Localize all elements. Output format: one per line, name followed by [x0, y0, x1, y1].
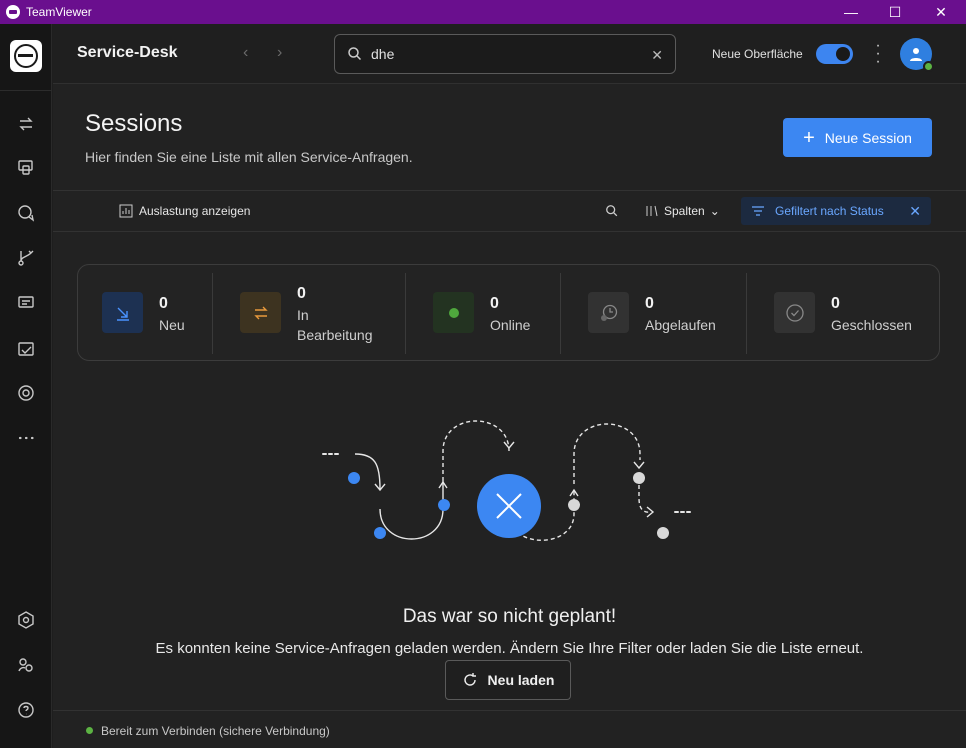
maximize-button[interactable]: ☐ — [872, 0, 918, 24]
expired-clock-icon — [588, 292, 629, 333]
stat-in-progress[interactable]: 0 In Bearbeitung — [240, 265, 400, 362]
stat-label: Abgelaufen — [645, 317, 716, 333]
stat-label: Geschlossen — [831, 317, 912, 333]
stat-label: In Bearbeitung — [297, 307, 373, 343]
forward-arrow-icon[interactable]: › — [277, 44, 282, 62]
show-utilization-label: Auslastung anzeigen — [139, 204, 251, 218]
teamviewer-logo-icon — [6, 5, 20, 19]
broken-flow-illustration — [322, 420, 691, 541]
new-session-label: Neue Session — [824, 129, 912, 146]
stat-closed[interactable]: 0 Geschlossen — [774, 265, 924, 362]
remove-filter-icon[interactable]: ✕ — [909, 203, 921, 220]
reload-label: Neu laden — [487, 672, 555, 688]
page-subtitle: Hier finden Sie eine Liste mit allen Ser… — [85, 149, 413, 165]
stat-count: 0 — [831, 295, 840, 312]
chart-icon — [119, 204, 133, 218]
check-circle-icon — [774, 292, 815, 333]
help-icon[interactable] — [12, 696, 40, 724]
online-dot-icon — [433, 292, 474, 333]
stat-divider — [746, 273, 747, 354]
columns-dropdown[interactable]: Spalten ⌄ — [645, 204, 720, 218]
stat-count: 0 — [297, 285, 306, 302]
online-status-dot — [923, 61, 934, 72]
chevron-down-icon: ⌄ — [709, 204, 720, 218]
tasks-icon[interactable] — [12, 335, 40, 363]
window-title: TeamViewer — [26, 5, 92, 19]
main-content: Service-Desk ‹ › ✕ Neue Oberfläche ··· S… — [53, 24, 966, 748]
support-icon[interactable] — [12, 379, 40, 407]
rail-divider — [0, 90, 52, 91]
columns-label: Spalten — [664, 204, 705, 218]
sessions-icon[interactable] — [12, 288, 40, 316]
users-icon[interactable] — [12, 651, 40, 679]
stat-divider — [560, 273, 561, 354]
devices-icon[interactable] — [12, 153, 40, 181]
search-box[interactable]: ✕ — [334, 34, 676, 74]
stat-online[interactable]: 0 Online — [433, 265, 553, 362]
stat-expired[interactable]: 0 Abgelaufen — [588, 265, 738, 362]
more-options-icon[interactable]: · · · — [873, 38, 883, 70]
chat-icon[interactable] — [12, 199, 40, 227]
search-input[interactable] — [371, 44, 631, 64]
swap-icon — [240, 292, 281, 333]
plus-icon: + — [803, 126, 815, 149]
status-filter-chip[interactable]: Gefiltert nach Status ✕ — [741, 197, 931, 225]
stat-divider — [405, 273, 406, 354]
stat-count: 0 — [645, 295, 654, 312]
reload-button[interactable]: Neu laden — [445, 660, 571, 700]
more-apps-icon[interactable] — [12, 424, 40, 452]
refresh-icon — [463, 673, 476, 686]
stat-label: Online — [490, 317, 531, 333]
sessions-toolbar: Auslastung anzeigen Spalten ⌄ Gefiltert … — [53, 190, 966, 232]
new-ui-label: Neue Oberfläche — [712, 47, 803, 61]
status-bar: Bereit zum Verbinden (sichere Verbindung… — [53, 710, 966, 748]
window-titlebar: TeamViewer — ☐ ✕ — [0, 0, 966, 24]
search-icon — [348, 47, 362, 61]
back-arrow-icon[interactable]: ‹ — [243, 44, 248, 62]
teamviewer-home-icon[interactable] — [10, 40, 42, 72]
empty-state-message: Es konnten keine Service-Anfragen gelade… — [155, 640, 864, 657]
workflow-icon[interactable] — [12, 244, 40, 272]
avatar[interactable] — [900, 38, 934, 72]
clear-search-icon[interactable]: ✕ — [651, 47, 663, 64]
filter-icon — [752, 206, 764, 216]
show-utilization-button[interactable]: Auslastung anzeigen — [119, 204, 250, 218]
page-title: Sessions — [85, 110, 183, 137]
new-session-button[interactable]: + Neue Session — [783, 118, 932, 157]
top-bar: Service-Desk ‹ › ✕ Neue Oberfläche ··· — [53, 24, 966, 84]
arrow-down-right-icon — [102, 292, 143, 333]
close-window-button[interactable]: ✕ — [918, 0, 964, 24]
stat-label: Neu — [159, 317, 185, 333]
filter-chip-label: Gefiltert nach Status — [775, 204, 884, 218]
app-section-title: Service-Desk — [77, 44, 178, 61]
stat-new[interactable]: 0 Neu — [102, 265, 212, 362]
remote-connect-icon[interactable] — [12, 110, 40, 138]
stat-count: 0 — [490, 295, 499, 312]
minimize-button[interactable]: — — [828, 0, 874, 24]
stat-divider — [212, 273, 213, 354]
table-search-icon[interactable] — [605, 204, 619, 218]
columns-icon — [646, 205, 658, 217]
empty-state-title: Das war so nicht geplant! — [402, 606, 617, 627]
new-ui-toggle[interactable] — [816, 44, 853, 64]
left-nav-rail — [0, 24, 52, 748]
connection-status-text: Bereit zum Verbinden (sichere Verbindung… — [101, 724, 330, 738]
settings-icon[interactable] — [12, 606, 40, 634]
connection-status-dot — [86, 727, 93, 734]
user-icon — [910, 48, 922, 61]
session-status-summary: 0 Neu 0 In Bearbeitung 0 Online 0 Abgela… — [77, 264, 940, 361]
stat-count: 0 — [159, 295, 168, 312]
